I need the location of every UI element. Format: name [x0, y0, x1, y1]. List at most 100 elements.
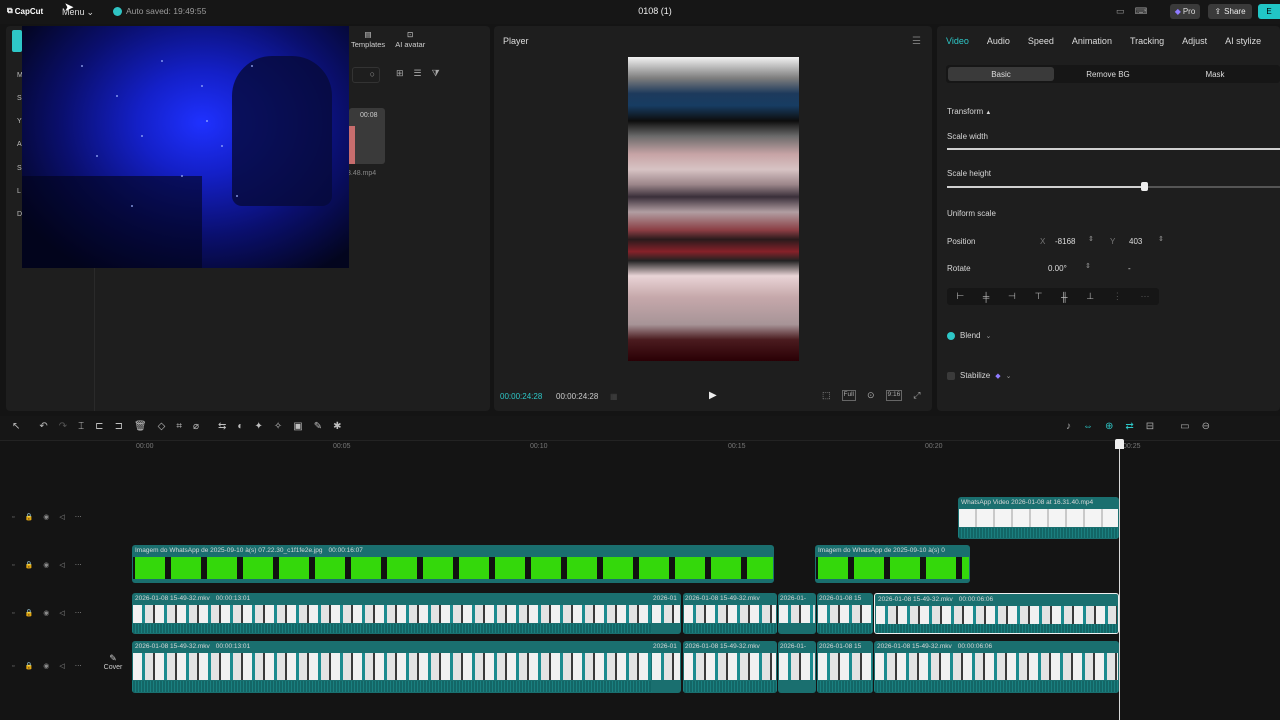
align-left-icon[interactable]: ⊢ [956, 291, 964, 302]
sidebar-item[interactable]: S [17, 95, 22, 102]
sidebar-item[interactable]: L [17, 188, 21, 195]
segment-basic[interactable]: Basic [948, 67, 1054, 81]
position-y-input[interactable]: 403 [1129, 237, 1142, 246]
share-button[interactable]: ⇪ Share [1208, 4, 1252, 19]
eye-icon[interactable]: ◉ [43, 662, 49, 670]
marker-icon[interactable]: ◇ [158, 421, 166, 432]
align-middle-icon[interactable]: ╫ [1061, 292, 1067, 302]
tab-templates[interactable]: ▤ Templates [351, 30, 385, 49]
playhead[interactable] [1119, 440, 1120, 720]
align-right-icon[interactable]: ⊣ [1008, 291, 1016, 302]
timeline-clip-selected[interactable]: 2026-01-08 15-49-32.mkv 00:00:06:06 [874, 593, 1119, 634]
fullscreen-icon[interactable]: ⤢ [913, 390, 920, 401]
more-icon[interactable]: ⋯ [75, 609, 82, 617]
linkage-icon[interactable]: ⇄ [1125, 421, 1133, 432]
lock-icon[interactable]: 🔒 [24, 513, 33, 521]
crop-icon[interactable]: ⌗ [176, 421, 182, 432]
keyboard-icon[interactable]: ⌨ [1135, 6, 1148, 17]
timeline-clip[interactable]: 2026-01-08 15-49-32.mkv [683, 641, 777, 693]
rotate-input[interactable]: 0.00° [1048, 264, 1067, 273]
split-left-icon[interactable]: ⊏ [95, 421, 103, 432]
microphone-icon[interactable]: ♪ [1066, 421, 1071, 432]
timeline-view-icon[interactable]: ▦ [610, 392, 618, 401]
undo-icon[interactable]: ↶ [39, 421, 47, 432]
track-select-icon[interactable]: ▫ [12, 610, 14, 617]
eye-icon[interactable]: ◉ [43, 561, 49, 569]
play-icon[interactable]: ▶ [709, 390, 717, 401]
replace-icon[interactable]: ⇆ [218, 421, 226, 432]
position-x-input[interactable]: -8168 [1055, 237, 1075, 246]
timeline-clip[interactable]: 2026-01-08 15 [817, 593, 873, 634]
align-center-h-icon[interactable]: ╪ [983, 292, 989, 302]
hamburger-menu-icon[interactable]: ☰ [912, 36, 921, 47]
mask-icon[interactable]: ⌀ [193, 421, 199, 432]
split-right-icon[interactable]: ⊐ [115, 421, 123, 432]
grid-view-icon[interactable]: ⊞ [396, 68, 404, 79]
full-label[interactable]: Full [841, 390, 856, 401]
captions-icon[interactable]: ▭ [1180, 421, 1189, 432]
timeline-clip[interactable]: 2026-01-08 15-49-32.mkv 00:00:06:06 [874, 641, 1119, 693]
timeline-clip[interactable]: 2026-01- [778, 593, 816, 634]
more-icon[interactable]: ⋯ [75, 561, 82, 569]
pro-button[interactable]: ◆ Pro [1170, 4, 1200, 19]
lock-icon[interactable]: 🔒 [24, 662, 33, 670]
stepper-icon[interactable]: ⇕ [1088, 235, 1094, 243]
timeline-clip[interactable]: Imagem do WhatsApp de 2025-09-10 à(s) 07… [132, 545, 774, 583]
stepper-icon[interactable]: ⇕ [1158, 235, 1164, 243]
tab-audio[interactable]: Audio [987, 36, 1010, 46]
scale-height-knob[interactable] [1141, 182, 1148, 191]
select-cursor-icon[interactable]: ↖ [12, 421, 20, 432]
mirror-icon[interactable]: ◐ [237, 421, 243, 432]
split-icon[interactable]: ⌶ [78, 421, 84, 432]
eye-icon[interactable]: ◉ [43, 513, 49, 521]
track-select-icon[interactable]: ▫ [12, 514, 14, 521]
scale-width-slider[interactable] [947, 148, 1280, 150]
delete-icon[interactable]: 🗑 [134, 421, 147, 432]
tab-ai-avatar[interactable]: ⊡ AI avatar [395, 30, 425, 49]
sidebar-item[interactable]: A [17, 141, 22, 148]
tab-video[interactable]: Video [946, 36, 969, 46]
magic-icon[interactable]: ✧ [274, 421, 282, 432]
timeline-clip[interactable]: 2026-01-08 15-49-32.mkv 00:00:13:01 [132, 641, 680, 693]
tab-tracking[interactable]: Tracking [1130, 36, 1164, 46]
screenshot-icon[interactable]: ⊙ [867, 390, 875, 401]
track-select-icon[interactable]: ▫ [12, 663, 14, 670]
lock-icon[interactable]: 🔒 [24, 609, 33, 617]
timeline-clip[interactable]: 2026-01-08 15-49-32.mkv 00:00:13:01 [132, 593, 680, 634]
timeline-clip[interactable]: 2026-01-08 15-49-32.mkv [683, 593, 777, 634]
align-top-icon[interactable]: ⊤ [1035, 291, 1043, 302]
snap-icon[interactable]: ⊕ [1105, 421, 1113, 432]
lock-icon[interactable]: 🔒 [24, 561, 33, 569]
blend-toggle[interactable]: Blend ⌄ [947, 331, 991, 340]
eye-icon[interactable]: ◉ [43, 609, 49, 617]
layout-icon[interactable]: ▭ [1116, 6, 1125, 17]
media-tab-active[interactable] [12, 30, 22, 52]
scale-height-slider[interactable] [947, 186, 1145, 188]
speaker-icon[interactable]: ◁ [59, 609, 64, 617]
rotate-flip[interactable]: - [1128, 264, 1131, 273]
stabilize-toggle[interactable]: Stabilize ◆ ⌄ [947, 371, 1012, 380]
sidebar-item[interactable]: S [17, 165, 22, 172]
hd-icon[interactable]: ▣ [293, 421, 302, 432]
speaker-icon[interactable]: ◁ [59, 561, 64, 569]
export-button[interactable]: E [1258, 4, 1280, 19]
timeline-clip[interactable]: 2026-01 [651, 641, 681, 693]
sidebar-item[interactable]: Y [17, 118, 22, 125]
timeline-clip[interactable]: WhatsApp Video 2026-01-08 at 16.31.40.mp… [958, 497, 1119, 539]
preview-axis-icon[interactable]: ⊟ [1146, 421, 1154, 432]
cover-button[interactable]: ✎ Cover [100, 653, 126, 679]
more-icon[interactable]: ⋯ [75, 662, 82, 670]
filter-icon[interactable]: ⧩ [432, 68, 440, 79]
more-icon[interactable]: ⋯ [75, 513, 82, 521]
ratio-label[interactable]: 9:16 [885, 390, 903, 401]
transform-header[interactable]: Transform ▲ [947, 107, 991, 116]
segment-mask[interactable]: Mask [1162, 67, 1268, 81]
link-icon[interactable]: ⇔ [1083, 421, 1093, 432]
tab-animation[interactable]: Animation [1072, 36, 1112, 46]
crop-icon[interactable]: ⬚ [822, 390, 831, 401]
segment-remove-bg[interactable]: Remove BG [1055, 67, 1161, 81]
tab-ai-stylize[interactable]: AI stylize [1225, 36, 1261, 46]
track-select-icon[interactable]: ▫ [12, 562, 14, 569]
distribute-h-icon[interactable]: ⋮ [1113, 291, 1122, 302]
timeline-clip[interactable]: 2026-01- [778, 641, 816, 693]
